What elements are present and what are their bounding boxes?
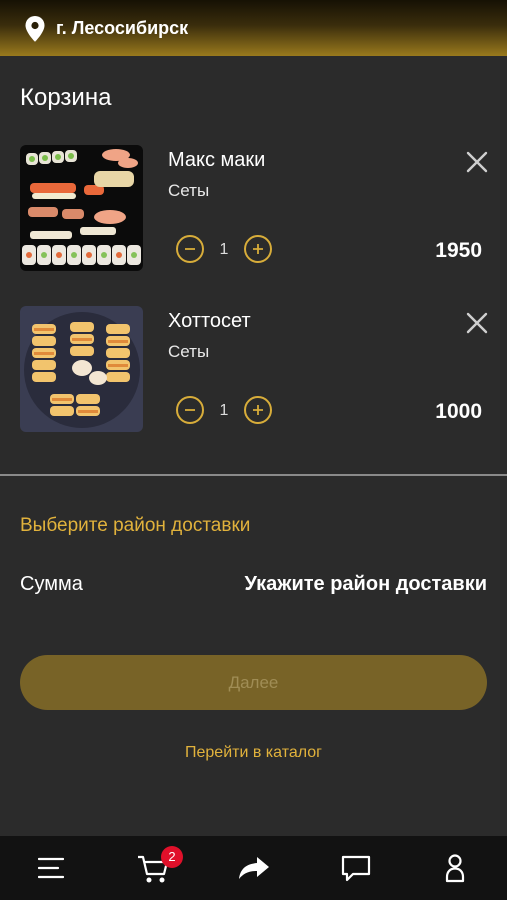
page-title: Корзина — [20, 84, 112, 111]
map-pin-icon[interactable] — [24, 15, 46, 43]
bottom-tab-bar — [0, 836, 507, 900]
item-quantity: 1 — [219, 241, 229, 258]
decrease-quantity-button[interactable] — [176, 235, 204, 263]
item-quantity: 1 — [219, 402, 229, 419]
plus-icon — [253, 244, 263, 254]
chat-icon — [341, 855, 371, 882]
next-button-label: Далее — [228, 672, 279, 692]
divider — [0, 474, 507, 476]
decrease-quantity-button[interactable] — [176, 396, 204, 424]
sum-value: Укажите район доставки — [244, 573, 487, 595]
item-category: Сеты — [168, 181, 210, 200]
plus-icon — [253, 405, 263, 415]
cart-item: Хоттосет Сеты 1 1000 — [0, 306, 507, 436]
item-name: Макс маки — [168, 149, 266, 171]
minus-icon — [185, 248, 195, 250]
item-price: 1950 — [435, 239, 482, 262]
go-to-catalog-link[interactable]: Перейти в каталог — [0, 744, 507, 762]
item-name: Хоттосет — [168, 310, 251, 332]
tab-profile[interactable] — [404, 836, 505, 900]
cart-item: Макс маки Сеты 1 1950 — [0, 145, 507, 275]
minus-icon — [185, 409, 195, 411]
share-icon — [239, 857, 269, 879]
product-image — [20, 145, 143, 271]
top-bar: г. Лесосибирск — [0, 0, 507, 56]
city-selector[interactable]: г. Лесосибирск — [56, 18, 188, 39]
increase-quantity-button[interactable] — [244, 396, 272, 424]
sum-label: Сумма — [20, 573, 83, 595]
close-icon[interactable] — [464, 149, 490, 175]
item-price: 1000 — [435, 400, 482, 423]
profile-icon — [445, 854, 465, 883]
choose-district-link[interactable]: Выберите район доставки — [20, 515, 250, 537]
tab-cart[interactable] — [101, 836, 202, 900]
next-button[interactable]: Далее — [20, 655, 487, 710]
product-image — [20, 306, 143, 432]
item-category: Сеты — [168, 342, 210, 361]
tab-menu[interactable] — [0, 836, 101, 900]
cart-badge: 2 — [161, 846, 183, 868]
tab-chat[interactable] — [303, 836, 404, 900]
increase-quantity-button[interactable] — [244, 235, 272, 263]
tab-share[interactable] — [202, 836, 303, 900]
close-icon[interactable] — [464, 310, 490, 336]
menu-icon — [38, 857, 64, 879]
